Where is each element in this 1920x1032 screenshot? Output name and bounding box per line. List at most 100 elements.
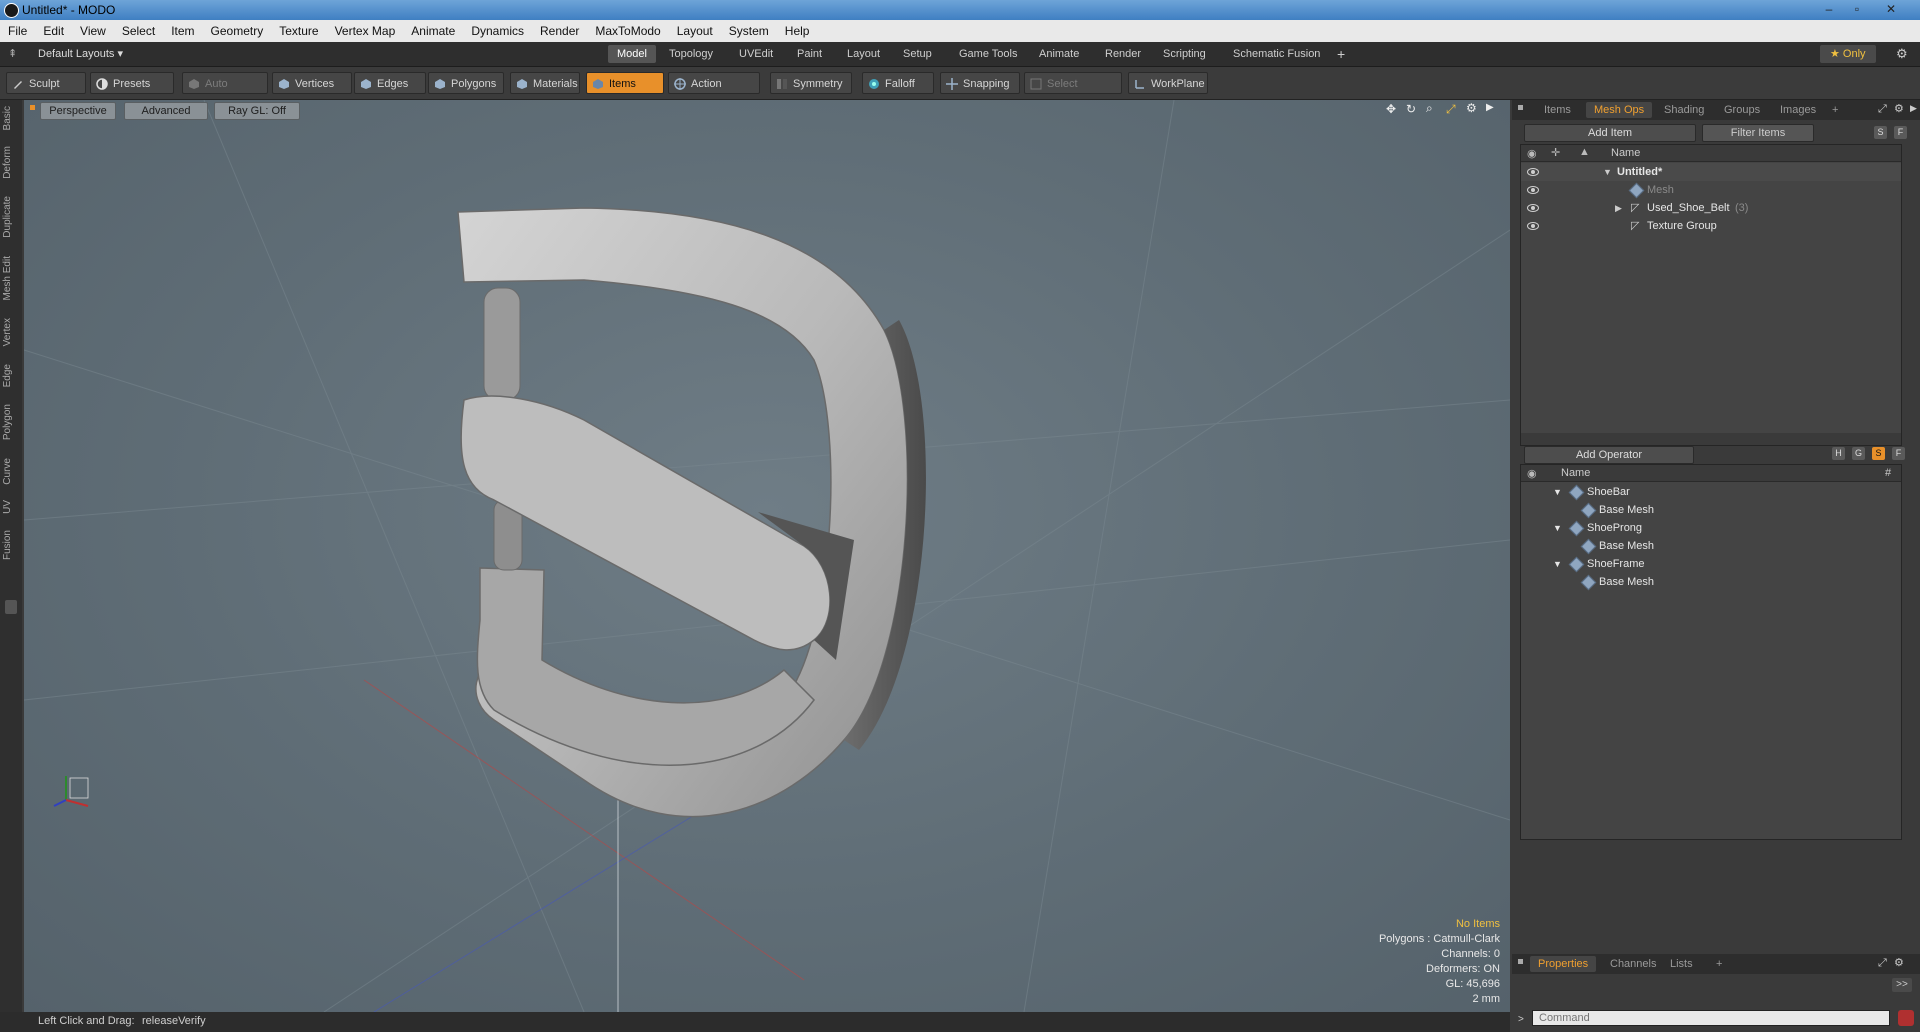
filter-items-input[interactable]: Filter Items [1702,124,1814,142]
item-row-used-shoe-belt[interactable]: ▶ ◸ Used_Shoe_Belt (3) [1521,199,1901,217]
panel-menu-arrow-icon[interactable]: ▶ [1910,103,1917,114]
item-list-scrollbar[interactable] [1521,433,1901,445]
left-tab-fusion[interactable]: Fusion [2,530,20,560]
add-operator-dropdown[interactable]: Add Operator [1524,446,1694,464]
tab-groups[interactable]: Groups [1716,102,1768,118]
operator-row-shoeframe[interactable]: ▼ ShoeFrame [1521,555,1901,573]
maximize-button[interactable]: ▫ [1846,2,1868,17]
menu-animate[interactable]: Animate [403,20,463,42]
left-tab-uv[interactable]: UV [2,500,20,514]
tab-layout[interactable]: Layout [838,45,889,63]
filter-f-button[interactable]: F [1894,126,1907,139]
left-tab-mesh-edit[interactable]: Mesh Edit [2,256,20,300]
auto-select-button[interactable]: Auto Select [182,72,268,112]
left-tab-vertex[interactable]: Vertex [2,318,20,346]
op-f-button[interactable]: F [1892,447,1905,460]
item-row-texture-group[interactable]: ◸ Texture Group [1521,217,1901,235]
zoom-view-icon[interactable]: ⌕ [1426,101,1433,116]
panel-expand-icon[interactable]: ⤢ [1878,957,1887,970]
edges-button[interactable]: Edges 2 [354,72,426,112]
add-bottom-tab-button[interactable]: + [1708,956,1730,972]
panel-settings-icon[interactable]: ⚙ [1894,102,1904,115]
expand-button[interactable]: >> [1892,978,1912,992]
operator-child-row[interactable]: Base Mesh [1521,501,1901,519]
menu-help[interactable]: Help [777,20,818,42]
operator-child-row[interactable]: Base Mesh [1521,573,1901,591]
tab-animate[interactable]: Animate [1030,45,1088,63]
tab-paint[interactable]: Paint [788,45,831,63]
menu-view[interactable]: View [72,20,114,42]
vertices-button[interactable]: Vertices 1 [272,72,352,112]
tab-schematic-fusion[interactable]: Schematic Fusion [1224,45,1329,63]
menu-geometry[interactable]: Geometry [203,20,272,42]
menu-system[interactable]: System [721,20,777,42]
left-tab-deform[interactable]: Deform [2,146,20,179]
left-panel-toggle[interactable] [5,600,17,614]
menu-select[interactable]: Select [114,20,163,42]
workplane-button[interactable]: WorkPlane [1128,72,1208,94]
symmetry-button[interactable]: Symmetry [770,72,852,94]
menu-vertex-map[interactable]: Vertex Map [327,20,404,42]
tab-items[interactable]: Items [1536,102,1579,118]
menu-file[interactable]: File [0,20,35,42]
menu-texture[interactable]: Texture [271,20,326,42]
left-tab-basic[interactable]: Basic [2,106,20,130]
action-center-button[interactable]: Action Center [668,72,760,112]
select-through-button[interactable]: Select Through [1024,72,1122,112]
eye-icon[interactable] [1527,204,1539,212]
collapse-arrow-icon[interactable]: ▼ [1553,519,1562,537]
items-button[interactable]: Items 5 [586,72,664,112]
menu-item[interactable]: Item [163,20,202,42]
left-tab-duplicate[interactable]: Duplicate [2,196,20,238]
panel-settings-icon[interactable]: ⚙ [1894,956,1904,969]
add-item-dropdown[interactable]: Add Item [1524,124,1696,142]
close-button[interactable]: ✕ [1880,2,1902,17]
materials-button[interactable]: Materials [510,72,580,94]
fit-view-icon[interactable]: ⤢ [1446,102,1456,117]
tab-setup[interactable]: Setup [894,45,941,63]
eye-icon[interactable] [1527,222,1539,230]
tab-uvedit[interactable]: UVEdit [730,45,782,63]
tab-scripting[interactable]: Scripting [1154,45,1215,63]
op-g-button[interactable]: G [1852,447,1865,460]
add-panel-tab-button[interactable]: + [1824,102,1846,118]
layout-selector[interactable]: Default Layouts ▾ [38,47,123,60]
command-clear-icon[interactable] [1898,1010,1914,1026]
minimize-button[interactable]: – [1818,2,1840,17]
tab-render[interactable]: Render [1096,45,1150,63]
tab-properties[interactable]: Properties [1530,956,1597,972]
snapping-button[interactable]: Snapping [940,72,1020,94]
left-tab-edge[interactable]: Edge [2,364,20,387]
tab-topology[interactable]: Topology [660,45,722,63]
operator-child-row[interactable]: Base Mesh [1521,537,1901,555]
menu-maxtomodo[interactable]: MaxToModo [587,20,668,42]
operator-row-shoeprong[interactable]: ▼ ShoeProng [1521,519,1901,537]
tab-shading[interactable]: Shading [1656,102,1712,118]
raygl-button[interactable]: Ray GL: Off [214,102,300,120]
expand-arrow-icon[interactable]: ▶ [1615,199,1622,217]
op-name-column-header[interactable]: Name [1561,467,1590,479]
viewport-menu-arrow-icon[interactable]: ▶ [1486,102,1494,113]
eye-icon[interactable] [1527,186,1539,194]
panel-expand-icon[interactable]: ⤢ [1878,103,1887,116]
tab-mesh-ops[interactable]: Mesh Ops [1586,102,1653,118]
rotate-view-icon[interactable]: ↻ [1406,102,1416,116]
falloff-button[interactable]: Falloff [862,72,934,94]
gear-icon[interactable]: ⚙ [1896,46,1908,62]
collapse-arrow-icon[interactable]: ▼ [1553,555,1562,573]
eye-icon[interactable] [1527,168,1539,176]
sculpt-button[interactable]: Sculpt [6,72,86,94]
op-h-button[interactable]: H [1832,447,1845,460]
op-s-button[interactable]: S [1872,447,1885,460]
menu-dynamics[interactable]: Dynamics [463,20,532,42]
menu-edit[interactable]: Edit [35,20,72,42]
tab-channels[interactable]: Channels [1602,956,1664,972]
left-tab-polygon[interactable]: Polygon [2,404,20,440]
3d-viewport[interactable] [24,100,1510,1012]
move-view-icon[interactable]: ✥ [1386,102,1396,116]
menu-layout[interactable]: Layout [669,20,721,42]
item-row-mesh[interactable]: Mesh [1521,181,1901,199]
left-tab-curve[interactable]: Curve [2,458,20,485]
only-toggle[interactable]: ★ Only [1820,45,1876,63]
tab-images[interactable]: Images [1772,102,1824,118]
